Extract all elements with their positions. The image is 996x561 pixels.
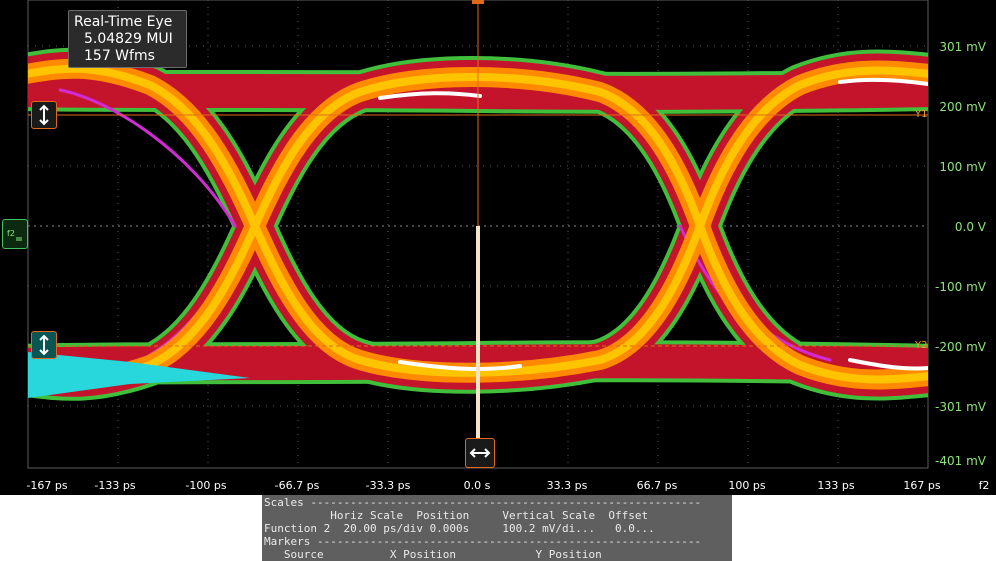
readout-title: Real-Time Eye (74, 14, 173, 30)
scales-line: Scales ---------------------------------… (264, 496, 702, 509)
y-axis-label: 200 mV (939, 100, 986, 114)
scales-line: Source X Position Y Position (264, 548, 602, 561)
scales-line: Horiz Scale Position Vertical Scale Offs… (264, 509, 649, 522)
scales-line: Markers --------------------------------… (264, 535, 702, 548)
vertical-arrow-icon (39, 334, 49, 356)
horizontal-arrow-icon (469, 448, 491, 458)
x-axis-label: 33.3 ps (546, 479, 588, 492)
x-axis-label: 167 ps (903, 479, 941, 492)
x-axis-label: -167 ps (26, 479, 68, 492)
x-axis-label: 0.0 s (463, 479, 491, 492)
trigger-marker-bar (476, 226, 480, 468)
readout-ui: 5.04829 MUI (84, 31, 173, 47)
x-axis-label: 133 ps (817, 479, 855, 492)
eye-diagram-display (27, 0, 929, 469)
readout-wfms: 157 Wfms (84, 48, 155, 64)
x-axis-label: -100 ps (185, 479, 227, 492)
x-axis-label: 100 ps (728, 479, 766, 492)
cursor-y1-tag: Y1 (915, 109, 928, 120)
waveform-marker-icon: f2 (7, 229, 22, 241)
y-axis-label: -301 mV (935, 400, 986, 414)
y-axis-label: -401 mV (935, 454, 986, 468)
trace-tag: f2 (978, 479, 990, 492)
y-axis-label: 100 mV (939, 160, 986, 174)
cursor-y2-handle[interactable] (31, 331, 57, 359)
x-axis-label: -33.3 ps (365, 479, 411, 492)
vertical-arrow-icon (39, 104, 49, 126)
scales-panel[interactable]: Scales ---------------------------------… (262, 495, 732, 561)
x-axis-label: 66.7 ps (636, 479, 678, 492)
eye-measurement-readout[interactable]: Real-Time Eye 5.04829 MUI 157 Wfms (68, 10, 187, 68)
y-axis-label: 301 mV (939, 40, 986, 54)
y-axis-label: -200 mV (935, 340, 986, 354)
cursor-y2-tag: Y2 (915, 340, 928, 351)
horizontal-position-handle[interactable] (465, 438, 495, 468)
x-axis-label: -133 ps (94, 479, 136, 492)
svg-text:f2: f2 (7, 229, 15, 238)
cursor-y1-handle[interactable] (31, 101, 57, 129)
y-axis-label: -100 mV (935, 280, 986, 294)
y-axis-label: 0.0 V (954, 220, 986, 234)
x-axis-label: -66.7 ps (274, 479, 320, 492)
top-marker (472, 0, 484, 4)
trace-f2-ground-marker[interactable]: f2 (2, 219, 28, 249)
scales-line: Function 2 20.00 ps/div 0.000s 100.2 mV/… (264, 522, 655, 535)
